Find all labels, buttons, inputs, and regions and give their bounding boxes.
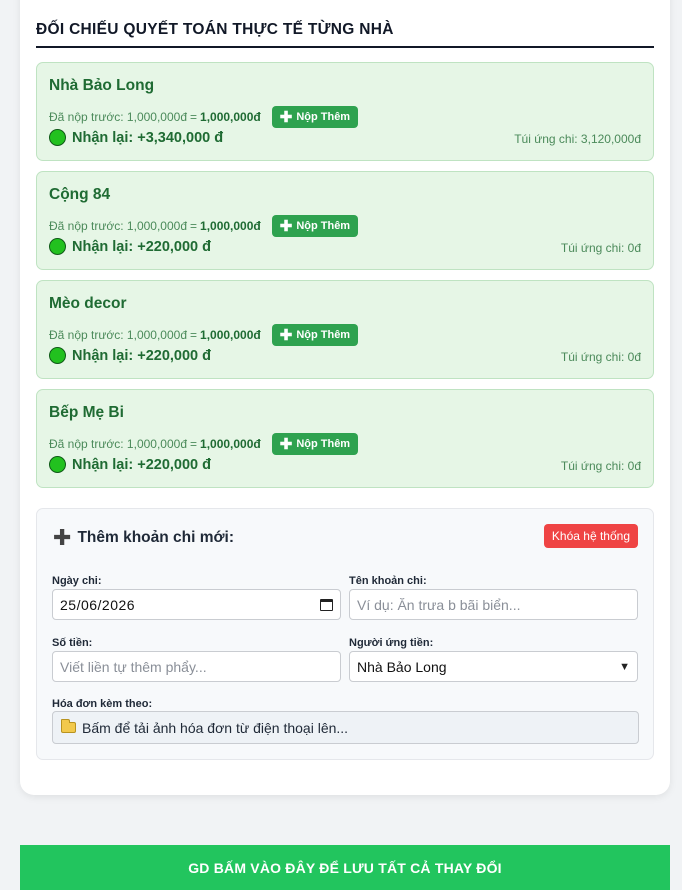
paid-equals: = bbox=[190, 437, 198, 451]
house-paid: Đã nộp trước: 1,000,000đ = 1,000,000đ ✚ … bbox=[49, 106, 359, 128]
invoice-upload-button[interactable]: Bấm để tải ảnh hóa đơn từ điện thoại lên… bbox=[52, 711, 639, 744]
plus-icon: ✚ bbox=[279, 108, 293, 126]
house-card: Cộng 84 Đã nộp trước: 1,000,000đ = 1,000… bbox=[36, 171, 654, 270]
paid-label: Đã nộp trước: 1,000,000đ bbox=[49, 110, 187, 124]
refund-label: Nhận lại: bbox=[72, 347, 134, 364]
paid-total: 1,000,000đ bbox=[200, 219, 261, 233]
lock-system-button[interactable]: Khóa hệ thống bbox=[543, 524, 638, 548]
refund-label: Nhận lại: bbox=[72, 129, 134, 146]
paid-total: 1,000,000đ bbox=[200, 328, 261, 342]
expense-name-label: Tên khoản chi: bbox=[349, 575, 427, 587]
refund-value: +220,000 đ bbox=[137, 238, 212, 255]
add-payment-button[interactable]: ✚ Nộp Thêm bbox=[271, 215, 359, 237]
house-name: Nhà Bảo Long bbox=[49, 77, 155, 94]
invoice-label: Hóa đơn kèm theo: bbox=[52, 698, 153, 710]
expense-name-input[interactable]: Ví dụ: Ăn trưa b bãi biển... bbox=[349, 589, 638, 620]
plus-icon: ✚ bbox=[279, 435, 293, 453]
add-payment-button[interactable]: ✚ Nộp Thêm bbox=[271, 324, 359, 346]
green-circle-icon bbox=[49, 129, 66, 146]
house-paid: Đã nộp trước: 1,000,000đ = 1,000,000đ ✚ … bbox=[49, 433, 359, 455]
refund-label: Nhận lại: bbox=[72, 456, 134, 473]
invoice-upload-text: Bấm để tải ảnh hóa đơn từ điện thoại lên… bbox=[82, 719, 349, 736]
house-card: Nhà Bảo Long Đã nộp trước: 1,000,000đ = … bbox=[36, 62, 654, 161]
house-name: Mèo decor bbox=[49, 295, 127, 312]
paid-equals: = bbox=[190, 110, 198, 124]
plus-icon: ✚ bbox=[279, 326, 293, 344]
green-circle-icon bbox=[49, 238, 66, 255]
paid-label: Đã nộp trước: 1,000,000đ bbox=[49, 219, 187, 233]
pocket-amount: Túi ứng chi: 0đ bbox=[560, 459, 641, 473]
pocket-amount: Túi ứng chi: 0đ bbox=[560, 241, 641, 255]
add-payment-label: Nộp Thêm bbox=[296, 438, 351, 450]
amount-input[interactable]: Viết liền tự thêm phẩy... bbox=[52, 651, 341, 682]
refund-value: +3,340,000 đ bbox=[137, 129, 224, 146]
refund-value: +220,000 đ bbox=[137, 456, 212, 473]
house-refund: Nhận lại: +220,000 đ bbox=[49, 238, 211, 255]
calendar-icon[interactable] bbox=[320, 598, 333, 611]
add-payment-label: Nộp Thêm bbox=[296, 111, 351, 123]
pocket-amount: Túi ứng chi: 0đ bbox=[560, 350, 641, 364]
amount-label: Số tiền: bbox=[52, 637, 93, 649]
form-title: ✚ Thêm khoản chi mới: bbox=[53, 527, 234, 549]
chevron-down-icon: ▼ bbox=[619, 660, 630, 673]
house-paid: Đã nộp trước: 1,000,000đ = 1,000,000đ ✚ … bbox=[49, 324, 359, 346]
house-name: Bếp Mẹ Bi bbox=[49, 404, 124, 421]
refund-value: +220,000 đ bbox=[137, 347, 212, 364]
section-title: ĐỐI CHIẾU QUYẾT TOÁN THỰC TẾ TỪNG NHÀ bbox=[36, 21, 654, 48]
house-paid: Đã nộp trước: 1,000,000đ = 1,000,000đ ✚ … bbox=[49, 215, 359, 237]
paid-total: 1,000,000đ bbox=[200, 110, 261, 124]
save-all-button[interactable]: GD BẤM VÀO ĐÂY ĐỂ LƯU TẤT CẢ THAY ĐỔI bbox=[20, 845, 670, 890]
green-circle-icon bbox=[49, 347, 66, 364]
add-payment-label: Nộp Thêm bbox=[296, 220, 351, 232]
add-payment-label: Nộp Thêm bbox=[296, 329, 351, 341]
house-refund: Nhận lại: +220,000 đ bbox=[49, 347, 211, 364]
paid-total: 1,000,000đ bbox=[200, 437, 261, 451]
paid-label: Đã nộp trước: 1,000,000đ bbox=[49, 437, 187, 451]
house-refund: Nhận lại: +3,340,000 đ bbox=[49, 129, 223, 146]
form-title-text: Thêm khoản chi mới: bbox=[77, 529, 235, 546]
paid-label: Đã nộp trước: 1,000,000đ bbox=[49, 328, 187, 342]
add-payment-button[interactable]: ✚ Nộp Thêm bbox=[271, 433, 359, 455]
house-name: Cộng 84 bbox=[49, 186, 111, 203]
plus-icon: ✚ bbox=[279, 217, 293, 235]
house-refund: Nhận lại: +220,000 đ bbox=[49, 456, 211, 473]
paid-equals: = bbox=[190, 328, 198, 342]
payer-label: Người ứng tiền: bbox=[349, 637, 434, 649]
add-expense-form: ✚ Thêm khoản chi mới: Khóa hệ thống Ngày… bbox=[36, 508, 654, 760]
folder-icon bbox=[61, 719, 76, 733]
paid-equals: = bbox=[190, 219, 198, 233]
refund-label: Nhận lại: bbox=[72, 238, 134, 255]
date-input[interactable]: 25/06/2026 bbox=[52, 589, 341, 620]
house-card: Mèo decor Đã nộp trước: 1,000,000đ = 1,0… bbox=[36, 280, 654, 379]
date-value: 25/06/2026 bbox=[60, 596, 136, 613]
payer-value: Nhà Bảo Long bbox=[357, 658, 447, 675]
green-circle-icon bbox=[49, 456, 66, 473]
date-label: Ngày chi: bbox=[52, 575, 102, 587]
plus-icon: ✚ bbox=[53, 525, 72, 550]
payer-select[interactable]: Nhà Bảo Long ▼ bbox=[349, 651, 638, 682]
add-payment-button[interactable]: ✚ Nộp Thêm bbox=[271, 106, 359, 128]
pocket-amount: Túi ứng chi: 3,120,000đ bbox=[514, 132, 641, 146]
house-card: Bếp Mẹ Bi Đã nộp trước: 1,000,000đ = 1,0… bbox=[36, 389, 654, 488]
